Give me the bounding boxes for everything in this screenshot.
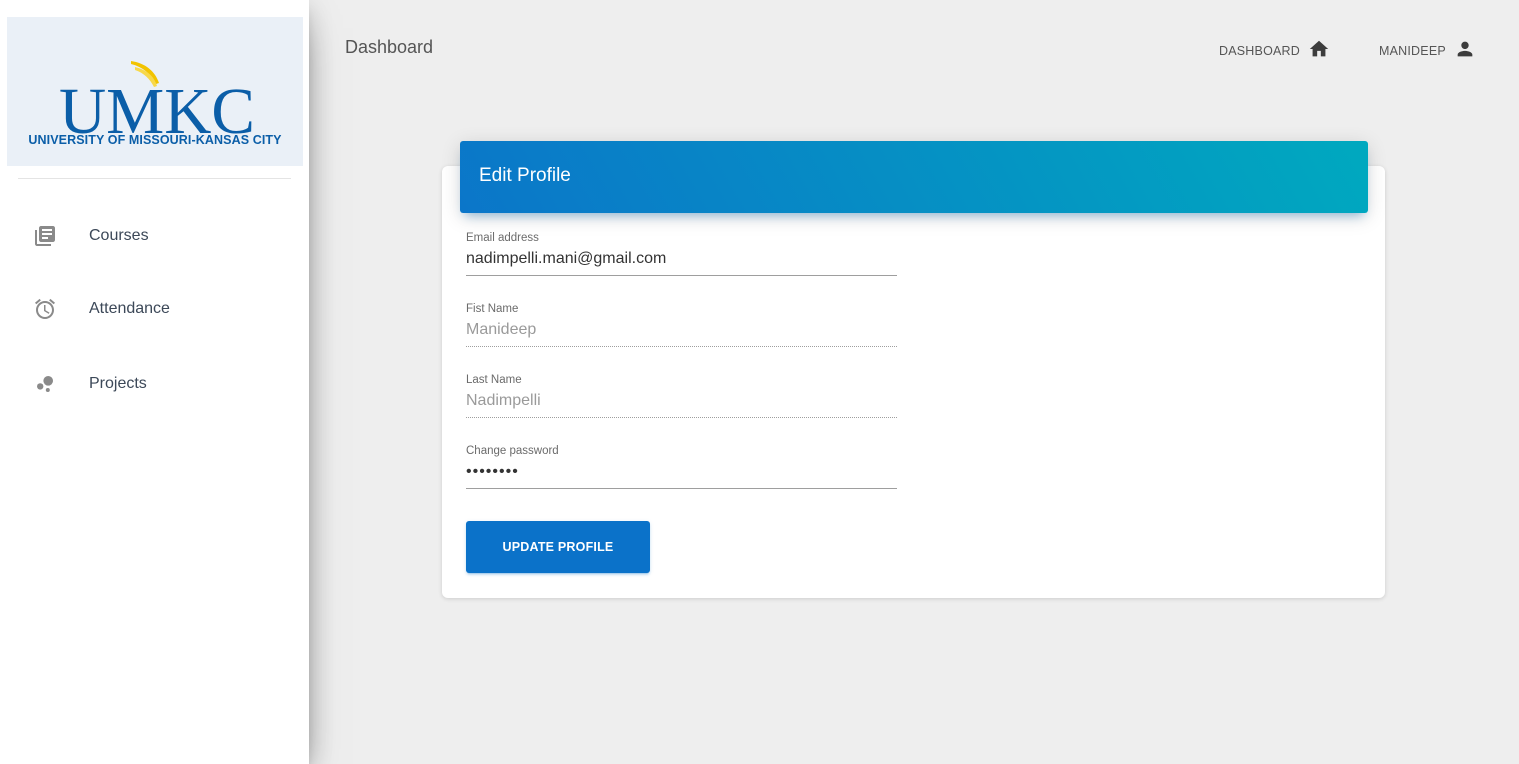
first-name-field: Fist Name — [466, 303, 897, 347]
logo-wordmark: UMKC — [59, 75, 255, 137]
library-books-icon — [30, 221, 60, 251]
sidebar-item-attendance[interactable]: Attendance — [30, 289, 290, 329]
bubble-chart-icon — [30, 369, 60, 399]
alarm-icon — [30, 294, 60, 324]
password-input[interactable] — [466, 457, 897, 489]
sidebar-item-label: Attendance — [89, 300, 170, 317]
user-menu-link[interactable]: MANIDEEP — [1379, 38, 1476, 63]
umkc-logo[interactable]: UMKC UNIVERSITY OF MISSOURI-KANSAS CITY — [7, 17, 303, 166]
logo-subtitle: UNIVERSITY OF MISSOURI-KANSAS CITY — [28, 133, 282, 147]
card-title: Edit Profile — [479, 165, 571, 186]
password-label: Change password — [466, 445, 559, 457]
person-icon — [1454, 38, 1476, 63]
email-field: Email address — [466, 232, 897, 276]
card-header: Edit Profile — [460, 141, 1368, 213]
first-name-input[interactable] — [466, 315, 897, 347]
sidebar-divider — [18, 178, 291, 179]
sidebar-item-projects[interactable]: Projects — [30, 364, 290, 404]
sidebar-item-label: Projects — [89, 375, 147, 392]
last-name-input[interactable] — [466, 386, 897, 418]
update-profile-button[interactable]: UPDATE PROFILE — [466, 521, 650, 573]
dashboard-link[interactable]: DASHBOARD — [1219, 38, 1330, 63]
email-label: Email address — [466, 232, 539, 244]
last-name-field: Last Name — [466, 374, 897, 418]
sidebar-item-courses[interactable]: Courses — [30, 216, 290, 256]
dashboard-link-label: DASHBOARD — [1219, 43, 1300, 58]
sidebar: UMKC UNIVERSITY OF MISSOURI-KANSAS CITY … — [0, 0, 309, 764]
umkc-logo-mark: UMKC — [59, 61, 255, 137]
page-title: Dashboard — [345, 37, 434, 57]
password-field: Change password — [466, 445, 897, 489]
email-input[interactable] — [466, 244, 897, 276]
home-icon — [1308, 38, 1330, 63]
last-name-label: Last Name — [466, 374, 522, 386]
user-name-label: MANIDEEP — [1379, 43, 1446, 58]
sidebar-item-label: Courses — [89, 227, 149, 244]
first-name-label: Fist Name — [466, 303, 519, 315]
